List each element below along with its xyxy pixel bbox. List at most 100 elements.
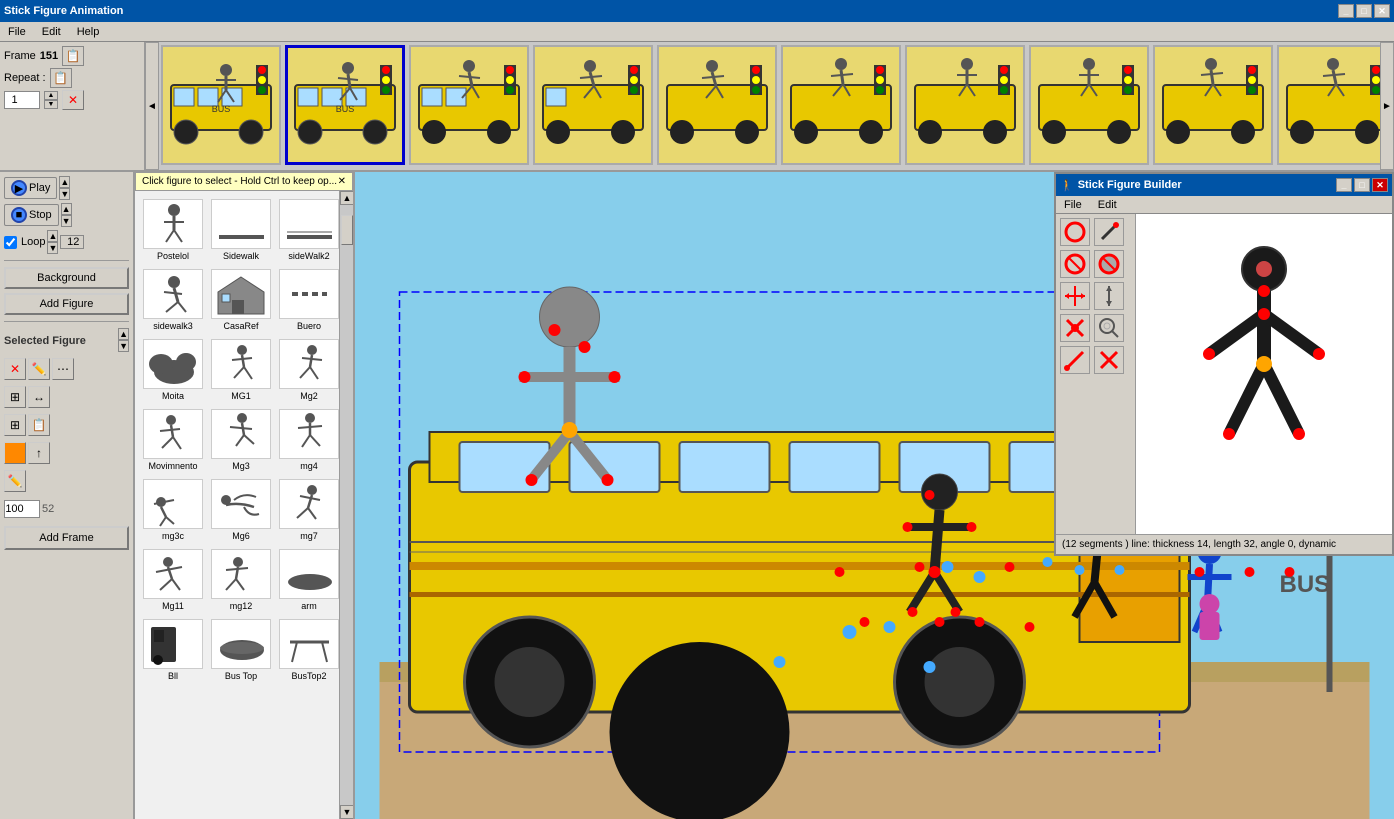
lib-scroll-thumb[interactable] (341, 215, 353, 245)
play-button[interactable]: ▶ Play (4, 177, 57, 199)
sel-fig-scroll-up[interactable]: ▲ (118, 328, 129, 340)
play-scroll-up[interactable]: ▲ (59, 176, 70, 188)
frame-thumb-2[interactable]: BUS (285, 45, 405, 165)
figure-item-mg4[interactable]: mg4 (277, 407, 339, 473)
sfb-tool-row-5 (1060, 346, 1131, 374)
frame-thumb-5[interactable] (657, 45, 777, 165)
frame-scroll-right[interactable]: ► (1380, 42, 1394, 170)
delete-frame-button[interactable]: ✕ (62, 90, 84, 110)
frame-copy-button[interactable]: 📋 (62, 46, 84, 66)
add-figure-button[interactable]: Add Figure (4, 293, 129, 315)
menu-edit[interactable]: Edit (38, 25, 65, 39)
frame-thumb-6[interactable] (781, 45, 901, 165)
sfb-redslash-tool[interactable] (1060, 346, 1090, 374)
figure-item-mg3[interactable]: Mg3 (209, 407, 273, 473)
sfb-zoom-tool[interactable] (1094, 314, 1124, 342)
figure-name-mg2: Mg2 (300, 391, 318, 401)
sfb-menu-edit[interactable]: Edit (1094, 198, 1121, 212)
sel-fig-scroll-down[interactable]: ▼ (118, 340, 129, 352)
repeat-spinner[interactable]: ▲ ▼ (44, 91, 58, 109)
figure-item-bustop2[interactable]: BusTop2 (277, 617, 339, 683)
stop-scroll-down[interactable]: ▼ (61, 215, 72, 227)
more-tools-btn[interactable]: ⋯ (52, 358, 74, 380)
minimize-button[interactable]: _ (1338, 4, 1354, 18)
spin-down[interactable]: ▼ (44, 100, 58, 109)
figure-item-bustop[interactable]: Bus Top (209, 617, 273, 683)
loop-scroll-down[interactable]: ▼ (47, 242, 58, 254)
frame-thumb-7[interactable] (905, 45, 1025, 165)
figure-item-mg7[interactable]: mg7 (277, 477, 339, 543)
library-close-btn[interactable]: ✕ (338, 176, 346, 187)
sfb-close[interactable]: ✕ (1372, 178, 1388, 192)
flip-tool[interactable]: ↔ (28, 386, 50, 408)
sfb-resize-tool[interactable] (1060, 282, 1090, 310)
sfb-updown-tool[interactable] (1094, 282, 1124, 310)
figure-item-sidewalk[interactable]: Sidewalk (209, 197, 273, 263)
menu-file[interactable]: File (4, 25, 30, 39)
clone-tool[interactable]: ⊞ (4, 386, 26, 408)
sfb-nofill-tool[interactable] (1060, 250, 1090, 278)
pencil-tool[interactable]: ✏️ (4, 470, 26, 492)
layer-up-tool[interactable]: ↑ (28, 442, 50, 464)
figure-item-sidewalk3[interactable]: sidewalk3 (141, 267, 205, 333)
stop-button[interactable]: ■ Stop (4, 204, 59, 226)
close-button[interactable]: ✕ (1374, 4, 1390, 18)
delete-figure-tool[interactable]: ✕ (4, 358, 26, 380)
sfb-title: Stick Figure Builder (1078, 179, 1182, 191)
color-tool[interactable] (4, 442, 26, 464)
figure-item-mg2[interactable]: Mg2 (277, 337, 339, 403)
loop-scroll-up[interactable]: ▲ (47, 230, 58, 242)
figure-preview-mg4 (279, 409, 339, 459)
spin-up[interactable]: ▲ (44, 91, 58, 100)
sfb-gray-tool[interactable] (1094, 250, 1124, 278)
copy-tool[interactable]: ⊞ (4, 414, 26, 436)
frame-thumb-4[interactable] (533, 45, 653, 165)
figure-item-moita[interactable]: Moita (141, 337, 205, 403)
sfb-line-tool[interactable] (1094, 218, 1124, 246)
frame-thumb-1[interactable]: BUS (161, 45, 281, 165)
sfb-redx2-tool[interactable] (1094, 346, 1124, 374)
frame-thumb-9[interactable] (1153, 45, 1273, 165)
background-button[interactable]: Background (4, 267, 129, 289)
zoom-input[interactable] (4, 500, 40, 518)
lib-scroll-down[interactable]: ▼ (340, 805, 353, 819)
add-frame-button[interactable]: Add Frame (4, 526, 129, 550)
paste-tool[interactable]: 📋 (28, 414, 50, 436)
figure-item-mg3c[interactable]: mg3c (141, 477, 205, 543)
figure-item-mg6[interactable]: Mg6 (209, 477, 273, 543)
figure-item-bll[interactable]: Bll (141, 617, 205, 683)
figure-item-mg11[interactable]: Mg11 (141, 547, 205, 613)
sfb-menu-file[interactable]: File (1060, 198, 1086, 212)
sfb-redx-tool[interactable] (1060, 314, 1090, 342)
frame-thumb-8[interactable] (1029, 45, 1149, 165)
figure-name-arm: arm (301, 601, 317, 611)
loop-checkbox[interactable] (4, 236, 17, 249)
figure-item-buero[interactable]: Buero (277, 267, 339, 333)
repeat-copy-button[interactable]: 📋 (50, 68, 72, 88)
play-scroll-down[interactable]: ▼ (59, 188, 70, 200)
frame-scroll-left[interactable]: ◄ (145, 42, 159, 170)
frame-thumb-10[interactable] (1277, 45, 1380, 165)
figure-preview-casaref (211, 269, 271, 319)
figure-tools-2: ⊞ ↔ (4, 386, 129, 408)
figure-item-sidewalk2[interactable]: sideWalk2 (277, 197, 339, 263)
canvas-area[interactable]: BUS (355, 172, 1394, 819)
edit-figure-tool[interactable]: ✏️ (28, 358, 50, 380)
figure-item-casaref[interactable]: CasaRef (209, 267, 273, 333)
repeat-input[interactable] (4, 91, 40, 109)
sfb-maximize[interactable]: □ (1354, 178, 1370, 192)
stop-scroll-up[interactable]: ▲ (61, 203, 72, 215)
sfb-circle-tool[interactable] (1060, 218, 1090, 246)
maximize-button[interactable]: □ (1356, 4, 1372, 18)
figure-item-postelol[interactable]: Postelol (141, 197, 205, 263)
lib-scroll-track[interactable] (340, 205, 353, 805)
figure-item-mg12[interactable]: mg12 (209, 547, 273, 613)
figure-item-mg1[interactable]: MG1 (209, 337, 273, 403)
menu-help[interactable]: Help (73, 25, 104, 39)
figure-item-movimnento[interactable]: Movimnento (141, 407, 205, 473)
sfb-minimize[interactable]: _ (1336, 178, 1352, 192)
frame-thumb-3[interactable] (409, 45, 529, 165)
figure-item-arm[interactable]: arm (277, 547, 339, 613)
library-scroll-area[interactable]: Postelol Sidewalk (135, 191, 339, 819)
lib-scroll-up[interactable]: ▲ (340, 191, 353, 205)
